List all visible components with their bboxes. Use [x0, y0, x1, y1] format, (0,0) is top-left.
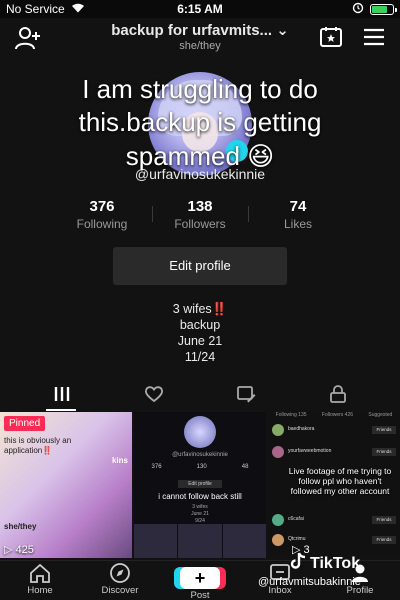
tab-videos[interactable]	[12, 382, 112, 410]
video-grid: Pinned this is obviously an application‼…	[0, 412, 400, 558]
profile-top-bar: backup for urfavmits... ⌄ she/they	[0, 18, 400, 58]
list-name: yourfavweebmotion	[288, 448, 332, 454]
thumbnail-text: she/they	[4, 522, 37, 531]
username-handle: @urfavinosukekinnie	[134, 166, 266, 182]
thumbnail-tab-label: Followers 426	[321, 412, 354, 418]
friends-button: Friends	[372, 448, 396, 456]
list-avatar	[272, 446, 284, 458]
active-tab-indicator	[46, 409, 76, 411]
battery-icon	[370, 4, 397, 15]
list-item: yourfavweebmotion Friends	[272, 446, 396, 460]
edit-profile-button[interactable]: Edit profile	[113, 247, 287, 285]
pinned-badge: Pinned	[4, 416, 46, 431]
view-count-value: 425	[15, 544, 34, 556]
clock: 6:15 AM	[177, 2, 223, 16]
thumbnail-caption: i cannot follow back still	[158, 492, 242, 501]
video-thumbnail[interactable]: Following 135 Followers 426 Suggested ba…	[268, 412, 400, 558]
thumbnail-collage: this is obviously an application‼️ kins …	[2, 434, 130, 534]
watermark-handle: @urfavmitsubakinnie	[258, 576, 361, 588]
thumbnail-stat: 376	[151, 464, 162, 470]
home-icon	[29, 563, 51, 586]
nav-home-label: Home	[27, 585, 53, 596]
compass-icon	[109, 562, 131, 587]
likes-label: Likes	[283, 217, 312, 231]
thumbnail-handle: @urfavinosukekinnie	[172, 452, 228, 458]
tiktok-watermark: TikTok	[290, 552, 360, 575]
lock-icon	[329, 384, 347, 408]
list-name: c6cafai	[288, 516, 304, 522]
tab-tagged[interactable]	[196, 382, 296, 410]
list-item: baedhakora Friends	[272, 424, 396, 438]
alarm-icon	[352, 2, 364, 17]
nav-post-label: Post	[190, 590, 210, 600]
chevron-down-icon: ⌄	[276, 22, 289, 39]
bio-line: backup	[179, 318, 221, 332]
creator-tools-icon[interactable]	[318, 24, 344, 50]
thumbnail-text: this is obviously an	[4, 436, 72, 445]
thumbnail-text: kins	[111, 456, 128, 465]
list-name: Qtcrimu	[288, 536, 306, 542]
nav-discover-label: Discover	[101, 585, 139, 596]
list-avatar	[272, 534, 284, 546]
tab-private[interactable]	[288, 382, 388, 410]
thumbnail-edit-button: Edit profile	[178, 480, 222, 488]
tagged-icon	[236, 385, 256, 408]
thumbnail-text: application‼️	[4, 446, 53, 455]
friends-button: Friends	[372, 426, 396, 434]
thumbnail-bio: 3 wifes June 21 9/24	[134, 504, 266, 525]
thumbnail-stat: 130	[196, 464, 207, 470]
likes-count: 74	[289, 198, 307, 215]
tab-liked[interactable]	[104, 382, 204, 410]
post-button[interactable]: +	[174, 567, 226, 589]
video-thumbnail[interactable]: @urfavinosukekinnie 376 130 48 Edit prof…	[134, 412, 266, 558]
list-name: baedhakora	[288, 426, 315, 432]
bio-line: June 21	[177, 334, 223, 348]
thumbnail-grid-preview	[134, 524, 266, 558]
status-bar: No Service 6:15 AM	[0, 0, 400, 18]
plus-icon: +	[180, 567, 220, 589]
thumbnail-bio-line: 3 wifes	[192, 504, 208, 510]
profile-stats: 376 Following 138 Followers 74 Likes	[0, 198, 400, 238]
content-tabs	[0, 382, 400, 411]
thumbnail-tab-label: Following 135	[275, 412, 307, 418]
bio-line: 3 wifes‼️	[172, 302, 228, 316]
friends-button: Friends	[372, 516, 396, 524]
view-count: ▷ 425	[4, 544, 34, 556]
thumbnail-tab-label: Suggested	[368, 412, 393, 418]
heart-icon	[144, 385, 164, 408]
account-title: backup for urfavmits...	[111, 22, 273, 39]
stat-likes[interactable]: 74 Likes	[238, 198, 358, 231]
tiktok-logo-icon	[290, 552, 306, 575]
thumbnail-bio-line: June 21	[191, 511, 209, 517]
watermark-brand: TikTok	[310, 554, 361, 572]
bio-line: 11/24	[184, 350, 216, 364]
thumbnail-avatar	[184, 416, 216, 448]
list-avatar	[272, 514, 284, 526]
grid-icon	[53, 386, 71, 407]
thumbnail-stats: 376 130 48	[134, 464, 266, 470]
overlay-caption-line-1: I am struggling to do	[82, 74, 318, 104]
thumbnail-stat: 48	[241, 464, 249, 470]
list-item: Qtcrimu Friends	[272, 534, 396, 548]
menu-icon[interactable]	[362, 26, 386, 48]
video-thumbnail[interactable]: Pinned this is obviously an application‼…	[0, 412, 132, 558]
overlay-caption-line-2: this.backup is getting	[78, 107, 322, 137]
nav-discover[interactable]: Discover	[90, 562, 150, 596]
friends-button: Friends	[372, 536, 396, 544]
list-avatar	[272, 424, 284, 436]
bio: 3 wifes‼️ backup June 21 11/24	[0, 301, 400, 365]
thumbnail-caption: Live footage of me trying to follow ppl …	[288, 466, 392, 496]
nav-home[interactable]: Home	[10, 563, 70, 596]
list-item: c6cafai Friends	[272, 514, 396, 528]
thumbnail-tabs: Following 135 Followers 426 Suggested	[268, 412, 400, 418]
